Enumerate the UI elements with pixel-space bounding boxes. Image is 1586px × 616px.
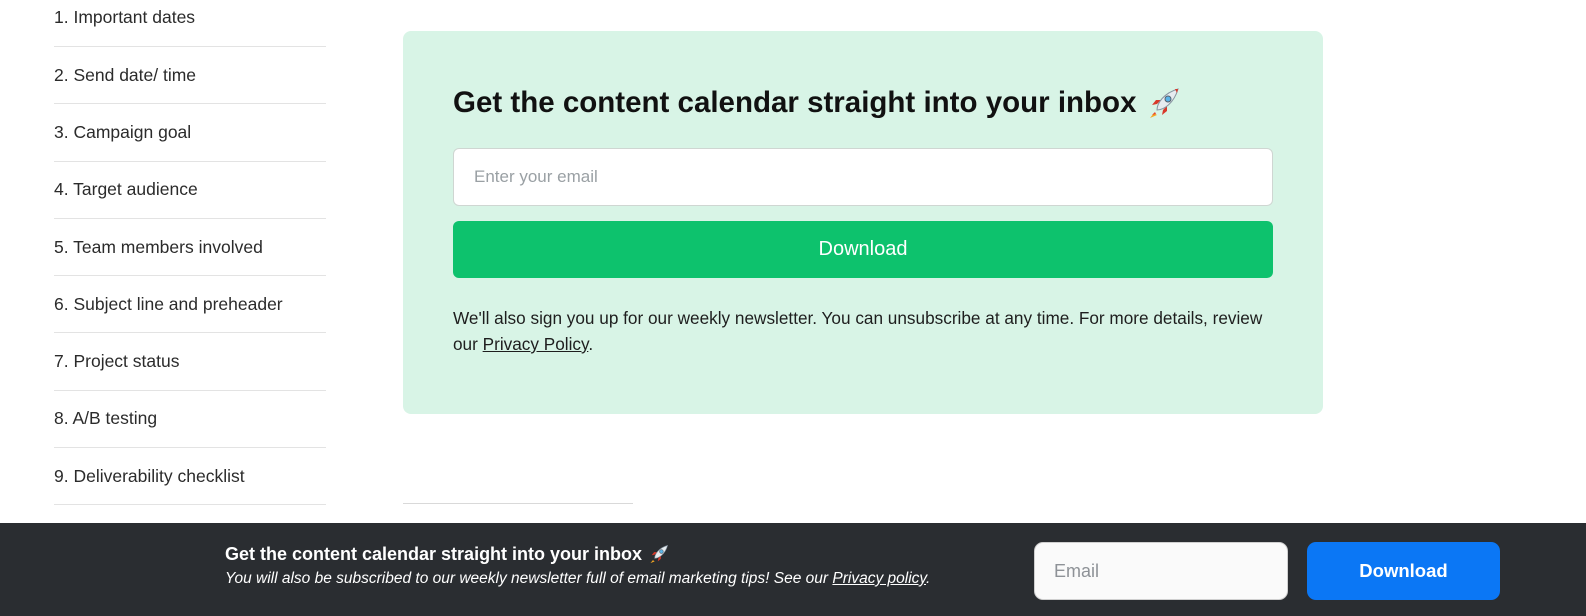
table-of-contents: 1. Important dates 2. Send date/ time 3.… [54, 0, 326, 506]
sticky-bar-text: Get the content calendar straight into y… [225, 542, 1015, 588]
rocket-icon [648, 543, 670, 565]
privacy-policy-link[interactable]: Privacy policy [832, 570, 926, 587]
sticky-download-button[interactable]: Download [1307, 542, 1500, 600]
toc-link[interactable]: 8. A/B testing [54, 408, 157, 429]
sticky-bar-subtitle: You will also be subscribed to our weekl… [225, 570, 1015, 588]
sticky-signup-bar: Get the content calendar straight into y… [0, 523, 1586, 616]
rocket-icon [1146, 85, 1182, 121]
toc-item-target-audience[interactable]: 4. Target audience [54, 162, 326, 219]
toc-item-project-status[interactable]: 7. Project status [54, 333, 326, 391]
sticky-bar-title-text: Get the content calendar straight into y… [225, 543, 643, 564]
toc-item-ab-testing[interactable]: 8. A/B testing [54, 391, 326, 449]
cta-heading-text: Get the content calendar straight into y… [453, 86, 1137, 119]
toc-link[interactable]: 6. Subject line and preheader [54, 294, 283, 315]
toc-link[interactable]: 1. Important dates [54, 7, 195, 28]
disclaimer-end: . [588, 334, 594, 354]
email-field[interactable] [453, 148, 1273, 206]
toc-link[interactable]: 5. Team members involved [54, 237, 263, 258]
section-divider [403, 503, 633, 504]
cta-heading: Get the content calendar straight into y… [453, 83, 1273, 123]
toc-link[interactable]: 7. Project status [54, 351, 179, 372]
privacy-policy-link[interactable]: Privacy Policy [483, 334, 589, 354]
newsletter-disclaimer: We'll also sign you up for our weekly ne… [453, 305, 1283, 357]
toc-link[interactable]: 3. Campaign goal [54, 122, 191, 143]
sticky-bar-title: Get the content calendar straight into y… [225, 542, 1015, 566]
sticky-subtitle-end: . [926, 570, 931, 587]
toc-link[interactable]: 4. Target audience [54, 179, 198, 200]
toc-item-deliverability-checklist[interactable]: 9. Deliverability checklist [54, 448, 326, 506]
toc-item-team-members[interactable]: 5. Team members involved [54, 219, 326, 277]
toc-item-important-dates[interactable]: 1. Important dates [54, 0, 326, 47]
download-button[interactable]: Download [453, 221, 1273, 278]
sticky-email-field[interactable] [1034, 542, 1288, 600]
toc-link[interactable]: 2. Send date/ time [54, 65, 196, 86]
newsletter-signup-card: Get the content calendar straight into y… [403, 31, 1323, 414]
toc-item-send-date-time[interactable]: 2. Send date/ time [54, 47, 326, 105]
toc-link[interactable]: 9. Deliverability checklist [54, 466, 245, 487]
toc-item-campaign-goal[interactable]: 3. Campaign goal [54, 104, 326, 162]
sticky-subtitle-text: You will also be subscribed to our weekl… [225, 570, 833, 587]
page: 1. Important dates 2. Send date/ time 3.… [0, 0, 1586, 616]
toc-item-subject-line[interactable]: 6. Subject line and preheader [54, 276, 326, 334]
